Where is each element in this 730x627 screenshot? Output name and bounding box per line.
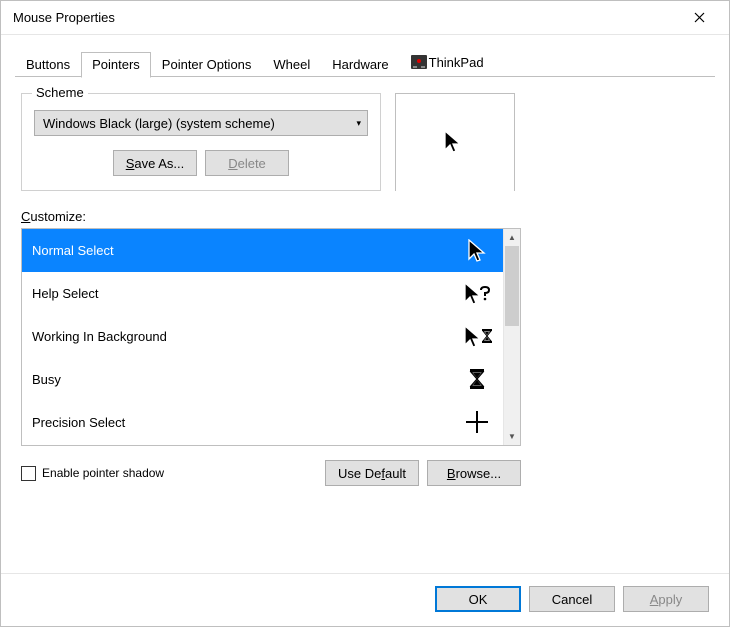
tab-page-pointers: Scheme Windows Black (large) (system sch… [1,77,729,573]
save-as-button[interactable]: Save As... [113,150,197,176]
dialog-buttons: OK Cancel Apply [1,573,729,626]
browse-button[interactable]: Browse... [427,460,521,486]
tab-pointers[interactable]: Pointers [81,52,151,78]
cancel-button[interactable]: Cancel [529,586,615,612]
tab-buttons[interactable]: Buttons [15,52,81,78]
tab-hardware[interactable]: Hardware [321,52,399,78]
list-item-help-select[interactable]: Help Select [22,272,503,315]
close-icon [694,12,705,23]
close-button[interactable] [679,4,719,32]
cursor-list: Normal Select Help Select Working In Bac… [22,229,503,445]
scroll-thumb[interactable] [505,246,519,326]
tab-wheel[interactable]: Wheel [262,52,321,78]
scheme-select-value: Windows Black (large) (system scheme) [43,116,275,131]
list-item-normal-select[interactable]: Normal Select [22,229,503,272]
enable-pointer-shadow-label: Enable pointer shadow [42,466,164,480]
tab-strip: Buttons Pointers Pointer Options Wheel H… [1,35,729,77]
cursor-background-icon [463,325,493,349]
titlebar: Mouse Properties [1,1,729,35]
list-item-label: Help Select [32,286,463,301]
tab-thinkpad[interactable]: ThinkPad [400,50,495,78]
window-title: Mouse Properties [13,10,679,25]
cursor-precision-icon [463,411,493,435]
delete-button: Delete [205,150,289,176]
scroll-up-button[interactable]: ▲ [504,229,520,246]
scheme-select[interactable]: Windows Black (large) (system scheme) ▾ [34,110,368,136]
list-item-label: Normal Select [32,243,463,258]
cursor-arrow-icon [463,239,493,263]
cursor-listbox[interactable]: Normal Select Help Select Working In Bac… [21,228,521,446]
list-item-working-in-background[interactable]: Working In Background [22,315,503,358]
enable-pointer-shadow-checkbox[interactable] [21,466,36,481]
scheme-group: Scheme Windows Black (large) (system sch… [21,93,381,191]
customize-label: Customize: [21,209,709,224]
chevron-down-icon: ▾ [356,118,361,129]
tab-pointer-options[interactable]: Pointer Options [151,52,263,78]
scroll-down-button[interactable]: ▼ [504,428,520,445]
tab-thinkpad-label: ThinkPad [429,55,484,70]
scroll-track[interactable] [504,246,520,428]
use-default-button[interactable]: Use Default [325,460,419,486]
scheme-legend: Scheme [32,85,88,100]
cursor-arrow-icon [443,130,467,156]
ok-button[interactable]: OK [435,586,521,612]
mouse-properties-window: Mouse Properties Buttons Pointers Pointe… [0,0,730,627]
listbox-scrollbar[interactable]: ▲ ▼ [503,229,520,445]
cursor-busy-icon [463,369,493,391]
thinkpad-icon [411,55,427,72]
list-item-label: Precision Select [32,415,463,430]
cursor-preview [395,93,515,191]
list-item-label: Working In Background [32,329,463,344]
list-item-precision-select[interactable]: Precision Select [22,401,503,444]
list-item-busy[interactable]: Busy [22,358,503,401]
list-item-label: Busy [32,372,463,387]
apply-button: Apply [623,586,709,612]
cursor-help-icon [463,282,493,306]
